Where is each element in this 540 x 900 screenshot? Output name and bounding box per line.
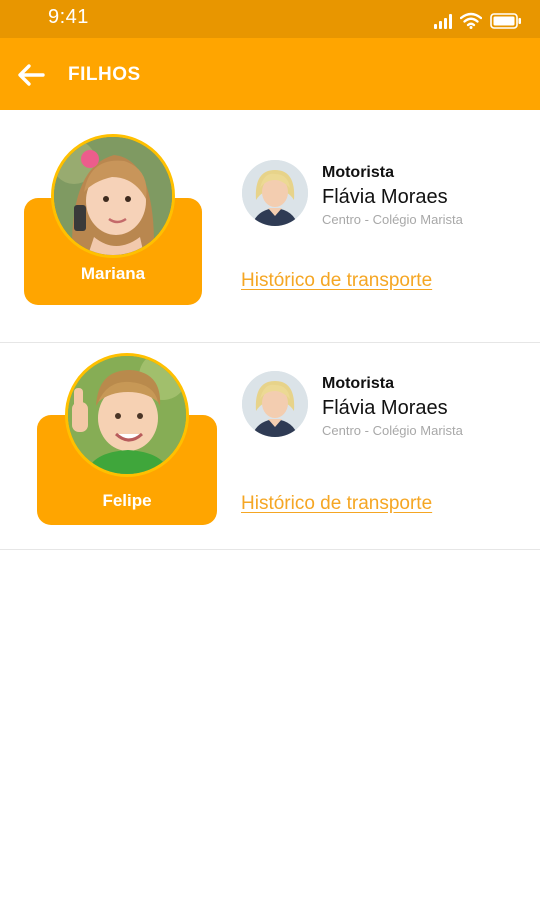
child-card-mariana: Mariana Motorista Flávia Moraes Centro -… [0,110,540,343]
battery-icon [490,13,521,29]
driver-route: Centro - Colégio Marista [322,212,463,227]
transport-history-link[interactable]: Histórico de transporte [241,493,432,515]
child-avatar [51,134,175,258]
status-icons [434,9,522,29]
child-avatar [65,353,189,477]
app-bar: FILHOS [0,38,540,110]
child-name: Felipe [102,491,152,510]
status-bar: 9:41 [0,0,540,38]
back-arrow-icon[interactable] [16,62,46,88]
transport-history-link[interactable]: Histórico de transporte [241,270,432,292]
driver-avatar [242,160,308,226]
driver-label: Motorista [322,375,394,392]
signal-icon [434,13,452,29]
page-title: FILHOS [68,64,141,85]
child-name: Mariana [80,264,146,283]
driver-avatar [242,371,308,437]
driver-name: Flávia Moraes [322,186,448,208]
driver-route: Centro - Colégio Marista [322,423,463,438]
child-card-felipe: Felipe Motorista Flávia Moraes Centro - [0,343,540,550]
wifi-icon [460,12,482,29]
driver-name: Flávia Moraes [322,397,448,419]
status-time: 9:41 [48,6,89,28]
driver-label: Motorista [322,164,394,181]
